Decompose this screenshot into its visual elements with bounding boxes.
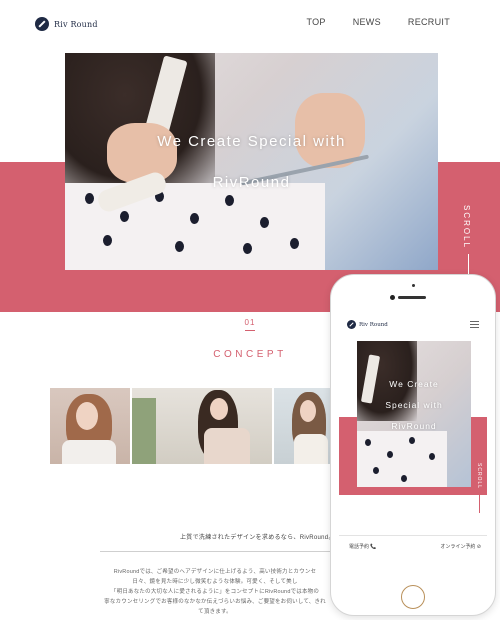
polka-dot <box>290 238 299 249</box>
gallery-photo <box>132 388 272 464</box>
body-line: 寧なカウンセリングでお客様のなかなか伝えづらいお悩み、ご要望をお伺いして、きれ <box>104 599 326 605</box>
model-body <box>204 428 250 464</box>
nav-item-news[interactable]: NEWS <box>353 17 381 27</box>
phone-speaker <box>398 296 426 299</box>
polka-dot <box>429 453 435 460</box>
phone-scroll-line <box>479 495 480 513</box>
model-face <box>300 400 316 422</box>
phone-camera <box>390 295 395 300</box>
concept-tagline: 上質で洗練されたデザインを求めるなら、RivRound。 <box>180 535 335 541</box>
site-logo[interactable]: Riv Round <box>35 17 98 31</box>
hero-photo-shirt <box>357 431 447 487</box>
body-line: 「明日あなたの大切な人に愛されるように」をコンセプトにRivRoundでは本物の <box>110 589 320 595</box>
phone-logo[interactable]: Riv Round <box>347 320 388 329</box>
body-line: て頂きます。 <box>198 609 232 615</box>
online-booking-link[interactable]: オンライン予約 ⊘ <box>440 543 481 550</box>
phone-brand-name: Riv Round <box>359 321 388 328</box>
concept-body: RivRoundでは、ご希望のヘアデザインに仕上げるよう、高い技術力とカウンセ … <box>100 567 330 617</box>
polka-dot <box>120 211 129 222</box>
phone-sensor <box>412 284 415 287</box>
hero-title-brand: RivRound <box>212 174 291 191</box>
phone-mockup: Riv Round We Create Special with RivRoun… <box>330 274 496 616</box>
polka-dot <box>409 437 415 444</box>
phone-hero-title: Special with <box>385 400 443 410</box>
phone-call-link[interactable]: 電話予約 📞 <box>349 543 377 550</box>
model-face <box>210 398 228 420</box>
nav-item-top[interactable]: TOP <box>306 17 325 27</box>
riv-round-logo-icon <box>347 320 356 329</box>
riv-round-logo-icon <box>35 17 49 31</box>
polka-dot <box>225 195 234 206</box>
polka-dot <box>103 235 112 246</box>
phone-hero-image: We Create Special with RivRound <box>357 341 471 487</box>
hero-title: We Create Special with <box>157 133 346 150</box>
divider <box>100 551 330 552</box>
gallery-photo <box>274 388 330 464</box>
polka-dot <box>85 193 94 204</box>
polka-dot <box>175 241 184 252</box>
body-line: 日々、鏡を見た時に少し微笑むような体験。可愛く、そして美し <box>132 579 298 585</box>
model-body <box>62 440 116 464</box>
hero-image: We Create Special with RivRound <box>65 53 438 270</box>
phone-hero-title: We Create <box>389 379 439 389</box>
scroll-indicator[interactable]: SCROLL <box>462 205 471 249</box>
gallery-photo <box>50 388 130 464</box>
site-header: Riv Round TOP NEWS RECRUIT <box>0 0 500 50</box>
polka-dot <box>365 439 371 446</box>
plant <box>132 398 156 464</box>
main-nav: TOP NEWS RECRUIT <box>306 17 450 27</box>
phone-hero-title: RivRound <box>391 421 437 431</box>
nav-item-recruit[interactable]: RECRUIT <box>408 17 450 27</box>
hamburger-menu-icon[interactable] <box>470 321 479 328</box>
polka-dot <box>190 213 199 224</box>
home-button-icon[interactable] <box>401 585 425 609</box>
polka-dot <box>387 451 393 458</box>
phone-scroll-indicator[interactable]: SCROLL <box>476 463 482 489</box>
model-body <box>294 434 328 464</box>
brand-name: Riv Round <box>54 19 98 29</box>
polka-dot <box>401 475 407 482</box>
polka-dot <box>373 467 379 474</box>
polka-dot <box>243 243 252 254</box>
body-line: RivRoundでは、ご希望のヘアデザインに仕上げるよう、高い技術力とカウンセ <box>113 569 317 575</box>
phone-screen: Riv Round We Create Special with RivRoun… <box>339 313 487 573</box>
model-face <box>76 402 98 430</box>
phone-bottom-bar: 電話予約 📞 オンライン予約 ⊘ <box>339 535 487 573</box>
polka-dot <box>260 217 269 228</box>
concept-gallery <box>50 388 330 464</box>
